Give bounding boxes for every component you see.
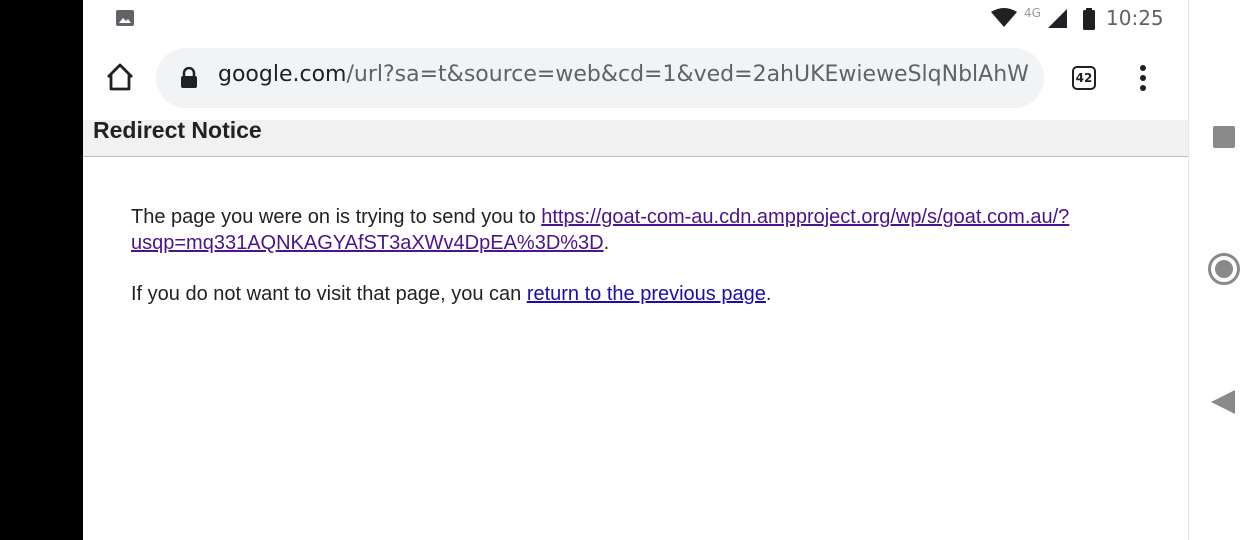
status-clock: 10:25 [1106,6,1164,30]
tab-count: 42 [1075,71,1093,85]
battery-icon [1083,8,1095,30]
return-message: If you do not want to visit that page, y… [131,281,771,307]
lock-icon [181,67,197,88]
page-header: Redirect Notice [83,117,1188,157]
more-vert-icon[interactable] [1135,65,1151,93]
return-prefix: If you do not want to visit that page, y… [131,283,527,305]
redirect-prefix: The page you were on is trying to send y… [131,206,542,228]
wifi-icon [991,8,1017,27]
network-type: 4G [1024,6,1041,20]
redirect-message: The page you were on is trying to send y… [131,204,1161,256]
url-text[interactable]: google.com/url?sa=t&source=web&cd=1&ved=… [218,62,1030,87]
return-suffix: . [765,283,772,305]
status-bar: 4G 10:25 [83,0,1188,36]
recents-icon[interactable] [1213,126,1235,148]
url-path: /url?sa=t&source=web&cd=1&ved=2ahUKEwiew… [346,62,1030,87]
browser-screen: 4G 10:25 google.com/url?sa=t&source=web&… [83,0,1188,540]
tab-switcher-button[interactable]: 42 [1072,66,1096,90]
system-nav-bar [1188,0,1260,540]
home-nav-icon[interactable] [1208,253,1240,285]
home-icon[interactable] [105,62,135,92]
back-icon[interactable] [1211,389,1237,415]
return-link[interactable]: return to the previous page [527,283,766,305]
url-domain: google.com [218,62,347,87]
address-bar[interactable]: google.com/url?sa=t&source=web&cd=1&ved=… [156,48,1044,108]
browser-toolbar: google.com/url?sa=t&source=web&cd=1&ved=… [83,36,1188,120]
page-title: Redirect Notice [93,117,262,143]
redirect-suffix: . [603,232,610,254]
left-black-bar [0,0,83,540]
signal-icon [1048,9,1067,28]
image-icon [116,10,134,26]
